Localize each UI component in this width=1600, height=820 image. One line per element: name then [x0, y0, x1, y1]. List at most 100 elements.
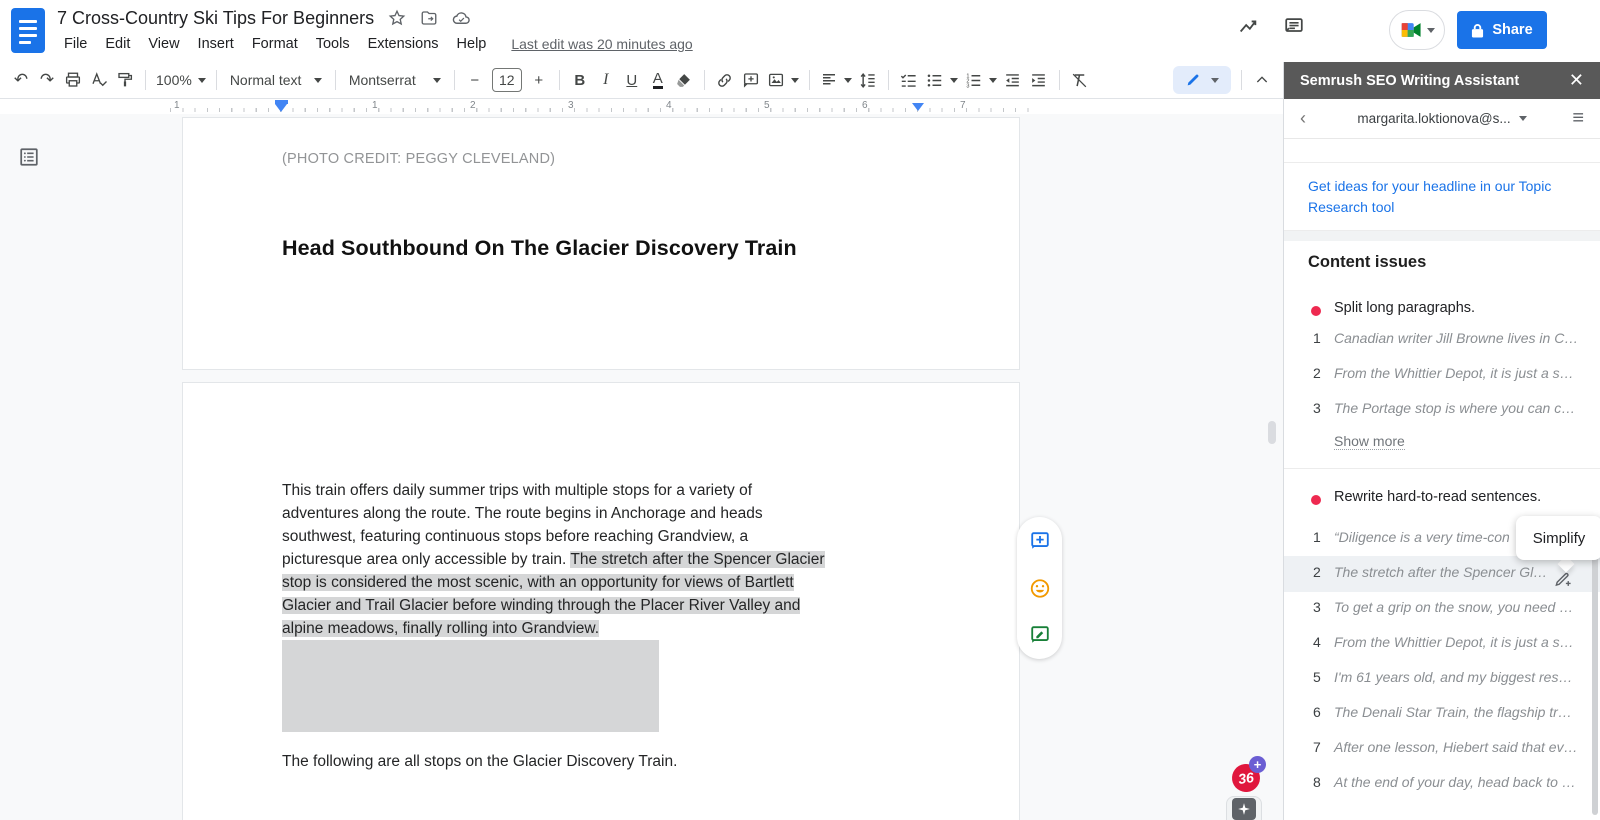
issue-item[interactable]: After one lesson, Hiebert said that ev…	[1334, 739, 1578, 755]
print-icon[interactable]	[60, 66, 86, 94]
simplify-tooltip[interactable]: Simplify	[1516, 516, 1600, 560]
checklist-icon[interactable]	[896, 66, 922, 94]
selected-empty-lines	[282, 640, 659, 732]
menu-edit[interactable]: Edit	[98, 33, 137, 55]
selected-text: Glacier and Trail Glacier before winding…	[282, 597, 800, 614]
badge-plus-icon: +	[1249, 756, 1266, 773]
underline-icon[interactable]: U	[619, 66, 645, 94]
align-icon[interactable]	[817, 66, 855, 94]
issue-item[interactable]: “Diligence is a very time-consu	[1334, 529, 1509, 545]
account-email: margarita.loktionova@s...	[1357, 111, 1510, 126]
cloud-saved-icon[interactable]	[452, 9, 471, 28]
menu-file[interactable]: File	[57, 33, 94, 55]
document-page-1[interactable]: (PHOTO CREDIT: PEGGY CLEVELAND) Head Sou…	[182, 117, 1020, 370]
insert-link-icon[interactable]	[712, 66, 738, 94]
issue-item[interactable]: The Portage stop is where you can c…	[1334, 400, 1575, 416]
highlight-color-icon[interactable]	[671, 66, 697, 94]
add-comment-icon[interactable]	[738, 66, 764, 94]
editing-mode-caret	[1211, 78, 1219, 83]
issue-item[interactable]: At the end of your day, head back to …	[1334, 774, 1576, 790]
font-size-input[interactable]: 12	[492, 68, 522, 92]
simplify-pencil-icon[interactable]	[1554, 570, 1573, 589]
increase-indent-icon[interactable]	[1026, 66, 1052, 94]
document-scrollbar-thumb[interactable]	[1268, 421, 1276, 444]
editing-mode-button[interactable]	[1173, 66, 1231, 94]
assistant-sparkle-button[interactable]	[1226, 796, 1262, 820]
bold-icon[interactable]: B	[567, 66, 593, 94]
panel-title: Semrush SEO Writing Assistant	[1300, 73, 1569, 89]
suggest-edits-icon[interactable]	[1029, 624, 1051, 646]
panel-scrollbar-thumb[interactable]	[1592, 520, 1598, 815]
google-docs-app: 7 Cross-Country Ski Tips For Beginners F…	[0, 0, 1600, 820]
issue-item[interactable]: Canadian writer Jill Browne lives in C…	[1334, 330, 1578, 346]
align-caret	[844, 78, 852, 83]
menu-view[interactable]: View	[141, 33, 186, 55]
issue-item[interactable]: The stretch after the Spencer Gl…	[1334, 564, 1547, 580]
line-spacing-icon[interactable]	[855, 66, 881, 94]
comment-history-icon[interactable]	[1283, 15, 1305, 37]
move-to-folder-icon[interactable]	[420, 9, 438, 27]
decrease-indent-icon[interactable]	[1000, 66, 1026, 94]
clear-formatting-icon[interactable]	[1067, 66, 1093, 94]
decrease-font-size-button[interactable]: −	[462, 66, 488, 94]
numbered-list-icon[interactable]: 123	[961, 66, 1000, 94]
show-more-link[interactable]: Show more	[1334, 433, 1405, 450]
increase-font-size-button[interactable]: +	[526, 66, 552, 94]
selected-text: The stretch after the Spencer Glacier	[570, 551, 824, 568]
paint-format-icon[interactable]	[112, 66, 138, 94]
right-indent-marker[interactable]	[912, 103, 924, 111]
insert-image-icon[interactable]	[764, 66, 802, 94]
numbered-list-caret	[989, 78, 997, 83]
redo-icon[interactable]: ↷	[34, 66, 60, 94]
show-document-outline-icon[interactable]	[18, 146, 40, 168]
document-stats-icon[interactable]	[1237, 15, 1259, 37]
google-meet-icon	[1400, 20, 1424, 40]
headline-tip-card: Get ideas for your headline in our Topic…	[1284, 162, 1600, 231]
issue-item[interactable]: From the Whittier Depot, it is just a s…	[1334, 365, 1574, 381]
share-button[interactable]: Share	[1457, 11, 1547, 49]
lock-icon	[1471, 23, 1484, 38]
menu-bar: File Edit View Insert Format Tools Exten…	[57, 33, 693, 55]
horizontal-ruler[interactable]: 1 1 2 3 4 5 6 7	[0, 99, 1283, 114]
meet-join-button[interactable]	[1389, 10, 1445, 50]
text-color-icon[interactable]: A	[645, 66, 671, 94]
issue-item[interactable]: I'm 61 years old, and my biggest res…	[1334, 669, 1572, 685]
menu-help[interactable]: Help	[450, 33, 494, 55]
bulleted-list-icon[interactable]	[922, 66, 961, 94]
share-label: Share	[1492, 22, 1532, 38]
emoji-reaction-icon[interactable]	[1029, 577, 1051, 599]
document-title[interactable]: 7 Cross-Country Ski Tips For Beginners	[57, 8, 374, 29]
undo-icon[interactable]: ↶	[8, 66, 34, 94]
menu-tools[interactable]: Tools	[309, 33, 357, 55]
issue-item[interactable]: From the Whittier Depot, it is just a s…	[1334, 634, 1574, 650]
spellcheck-icon[interactable]	[86, 66, 112, 94]
hide-menus-icon[interactable]	[1249, 66, 1275, 94]
panel-menu-icon[interactable]: ≡	[1564, 107, 1584, 130]
issue-item[interactable]: The Denali Star Train, the flagship tr…	[1334, 704, 1572, 720]
italic-icon[interactable]: I	[593, 66, 619, 94]
closing-line: The following are all stops on the Glaci…	[282, 750, 825, 773]
zoom-select[interactable]: 100%	[153, 66, 209, 94]
formatting-toolbar: ↶ ↷ 100% Normal text Montserrat − 12 + B…	[0, 62, 1283, 99]
star-icon[interactable]	[388, 9, 406, 27]
paragraph-style-select[interactable]: Normal text	[224, 66, 328, 94]
menu-extensions[interactable]: Extensions	[361, 33, 446, 55]
topic-research-link[interactable]: Get ideas for your headline in our Topic…	[1308, 178, 1551, 215]
font-select[interactable]: Montserrat	[343, 66, 447, 94]
top-header: 7 Cross-Country Ski Tips For Beginners F…	[0, 0, 1600, 62]
account-select[interactable]: margarita.loktionova@s...	[1320, 111, 1564, 126]
account-row: ‹ margarita.loktionova@s... ≡	[1284, 99, 1600, 139]
close-icon[interactable]: ✕	[1569, 70, 1584, 91]
issue-item[interactable]: To get a grip on the snow, you need …	[1334, 599, 1573, 615]
selected-text: stop is considered the most scenic, with…	[282, 574, 794, 591]
add-comment-fab-icon[interactable]	[1029, 530, 1051, 552]
back-chevron-icon[interactable]: ‹	[1300, 108, 1320, 129]
menu-insert[interactable]: Insert	[191, 33, 241, 55]
issue-dot	[1311, 495, 1321, 505]
menu-format[interactable]: Format	[245, 33, 305, 55]
google-docs-logo-icon[interactable]	[11, 8, 45, 53]
last-edit-link[interactable]: Last edit was 20 minutes ago	[511, 36, 692, 52]
left-indent-marker[interactable]	[275, 100, 288, 112]
floating-action-pill	[1017, 517, 1062, 659]
document-page-2[interactable]: This train offers daily summer trips wit…	[182, 382, 1020, 820]
